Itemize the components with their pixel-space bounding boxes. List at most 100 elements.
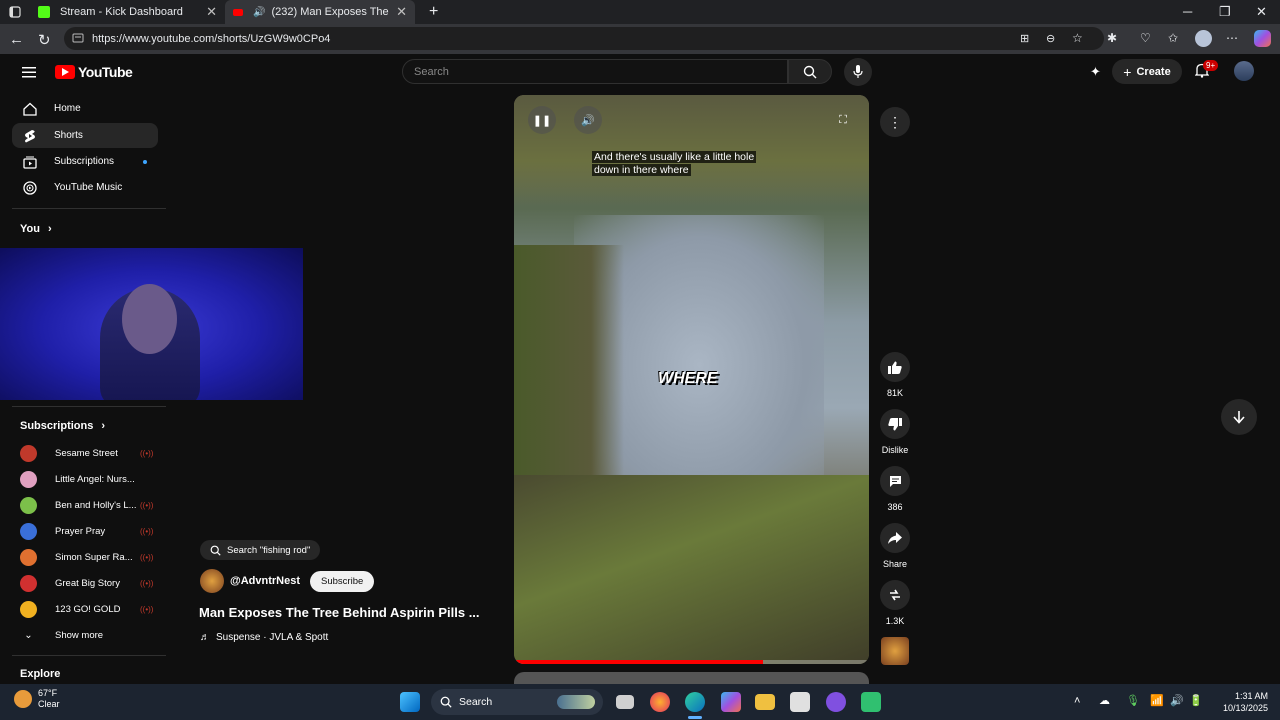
- channel-avatar: [20, 470, 37, 488]
- remix-button[interactable]: 1.3K: [876, 580, 914, 626]
- sidebar-item-home[interactable]: Home: [12, 96, 158, 121]
- speaker-icon[interactable]: 🔊: [253, 7, 265, 18]
- chat-app-icon[interactable]: [826, 692, 846, 712]
- profile-icon[interactable]: [1195, 30, 1212, 47]
- subscription-item[interactable]: Prayer Pray ((•)): [20, 521, 160, 541]
- address-bar[interactable]: https://www.youtube.com/shorts/UzGW9w0CP…: [64, 27, 1104, 50]
- task-view-icon[interactable]: [616, 695, 634, 709]
- channel-thumbnail[interactable]: [881, 637, 909, 665]
- dislike-button[interactable]: Dislike: [876, 409, 914, 455]
- clock[interactable]: 1:31 AM 10/13/2025: [1223, 690, 1268, 714]
- search-input[interactable]: Search: [402, 59, 788, 84]
- sidebar-item-youtube-music[interactable]: YouTube Music: [12, 175, 158, 200]
- tray-cloud-icon[interactable]: ☁: [1099, 694, 1110, 707]
- subscription-item[interactable]: Simon Super Ra... ((•)): [20, 547, 160, 567]
- windows-taskbar: 67°F Clear Search ˄ ☁ 🎙 📶 🔊 🔋 1:31 AM 10…: [0, 684, 1280, 720]
- like-button[interactable]: 81K: [876, 352, 914, 398]
- volume-button[interactable]: 🔊: [574, 106, 602, 134]
- site-info-icon[interactable]: [72, 32, 84, 47]
- video-overlay-text: WHERE: [658, 370, 718, 387]
- search-button[interactable]: [788, 59, 832, 84]
- favorites-icon[interactable]: ✩: [1168, 31, 1178, 45]
- you-label: You: [20, 223, 40, 235]
- next-short-preview[interactable]: [514, 672, 869, 684]
- tab-actions-icon[interactable]: [0, 0, 30, 24]
- tray-chevron-up-icon[interactable]: ˄: [1074, 695, 1080, 707]
- copilot-icon[interactable]: [721, 692, 741, 712]
- subscription-item[interactable]: Ben and Holly's L... ((•)): [20, 495, 160, 515]
- ai-sparkle-icon[interactable]: ✦: [1090, 64, 1101, 80]
- volume-icon[interactable]: 🔊: [1170, 694, 1184, 707]
- pause-button[interactable]: ❚❚: [528, 106, 556, 134]
- youtube-logo[interactable]: YouTube: [55, 64, 133, 80]
- tab-youtube-short[interactable]: 🔊 (232) Man Exposes The Tree ✕: [225, 0, 415, 24]
- browser-essentials-icon[interactable]: ♡: [1140, 31, 1151, 45]
- more-options-button[interactable]: ⋮: [880, 107, 910, 137]
- copilot-icon[interactable]: [1254, 30, 1271, 47]
- settings-menu-icon[interactable]: ⋯: [1226, 31, 1238, 45]
- music-attribution[interactable]: ♬ Suspense · JVLA & Spott: [200, 632, 328, 643]
- close-icon[interactable]: ✕: [206, 4, 217, 20]
- extensions-icon[interactable]: ✱: [1107, 31, 1117, 45]
- short-title[interactable]: Man Exposes The Tree Behind Aspirin Pill…: [199, 605, 494, 620]
- subscription-item[interactable]: Sesame Street ((•)): [20, 443, 160, 463]
- snipping-tool-icon[interactable]: [790, 692, 810, 712]
- share-button[interactable]: Share: [876, 523, 914, 569]
- hamburger-menu-icon[interactable]: [22, 65, 36, 83]
- music-label: Suspense · JVLA & Spott: [216, 632, 329, 643]
- tab-kick-dashboard[interactable]: Stream - Kick Dashboard ✕: [30, 0, 225, 24]
- subscription-item[interactable]: Little Angel: Nurs...: [20, 469, 160, 489]
- comments-button[interactable]: 386: [876, 466, 914, 512]
- fullscreen-button[interactable]: ⛶: [829, 106, 857, 134]
- subscriptions-section-link[interactable]: Subscriptions ›: [20, 420, 105, 432]
- voice-search-button[interactable]: [844, 58, 872, 86]
- search-icon: [210, 545, 221, 556]
- plus-icon: +: [1123, 63, 1132, 80]
- remix-icon: [880, 580, 910, 610]
- edge-icon[interactable]: [685, 692, 705, 712]
- comment-icon: [880, 466, 910, 496]
- tab-title: Stream - Kick Dashboard: [60, 6, 183, 18]
- subscribe-button[interactable]: Subscribe: [310, 570, 375, 592]
- you-section-link[interactable]: You ›: [20, 223, 52, 235]
- account-avatar[interactable]: [1234, 61, 1254, 81]
- zoom-icon[interactable]: ⊖: [1046, 32, 1055, 45]
- close-icon[interactable]: ✕: [396, 4, 407, 20]
- favorite-star-icon[interactable]: ☆: [1072, 31, 1083, 45]
- show-more-button[interactable]: ⌄ Show more: [20, 625, 160, 645]
- sidebar-item-label: Home: [54, 103, 81, 114]
- tray-microphone-icon[interactable]: 🎙: [1126, 694, 1140, 707]
- minimize-icon[interactable]: ─: [1183, 4, 1192, 19]
- channel-name: Ben and Holly's L...: [55, 499, 137, 511]
- thumbs-down-icon: [880, 409, 910, 439]
- app-available-icon[interactable]: ⊞: [1020, 32, 1029, 45]
- weather-widget[interactable]: 67°F Clear: [14, 688, 60, 710]
- video-progress-bar[interactable]: [514, 660, 869, 664]
- channel-name[interactable]: @AdvntrNest: [230, 575, 300, 587]
- file-explorer-icon[interactable]: [755, 694, 775, 710]
- subscription-item[interactable]: Great Big Story ((•)): [20, 573, 160, 593]
- shorts-video-player[interactable]: ❚❚ 🔊 ⛶ And there's usually like a little…: [514, 95, 869, 664]
- maximize-icon[interactable]: ❐: [1219, 4, 1231, 20]
- battery-icon[interactable]: 🔋: [1189, 694, 1203, 707]
- next-short-button[interactable]: [1221, 399, 1257, 435]
- create-button[interactable]: + Create: [1112, 59, 1182, 84]
- channel-avatar[interactable]: [200, 569, 224, 593]
- taskbar-search[interactable]: Search: [431, 689, 603, 715]
- back-icon[interactable]: ←: [9, 31, 24, 48]
- channel-avatar: [20, 574, 37, 592]
- stream-app-icon[interactable]: [861, 692, 881, 712]
- sidebar-item-shorts[interactable]: Shorts: [12, 123, 158, 148]
- channel-name: Sesame Street: [55, 447, 118, 459]
- subscription-item[interactable]: 123 GO! GOLD ((•)): [20, 599, 160, 619]
- wifi-icon[interactable]: 📶: [1150, 694, 1164, 707]
- sidebar-item-subscriptions[interactable]: Subscriptions: [12, 149, 158, 174]
- window-close-icon[interactable]: ✕: [1256, 4, 1267, 20]
- search-suggestion-chip[interactable]: Search "fishing rod": [200, 540, 321, 560]
- firefox-icon[interactable]: [650, 692, 670, 712]
- refresh-icon[interactable]: ↻: [38, 31, 51, 49]
- sidebar-divider: [12, 655, 166, 656]
- browser-tab-bar: Stream - Kick Dashboard ✕ 🔊 (232) Man Ex…: [0, 0, 1280, 24]
- windows-start-icon[interactable]: [400, 692, 420, 712]
- new-tab-button[interactable]: +: [429, 3, 438, 21]
